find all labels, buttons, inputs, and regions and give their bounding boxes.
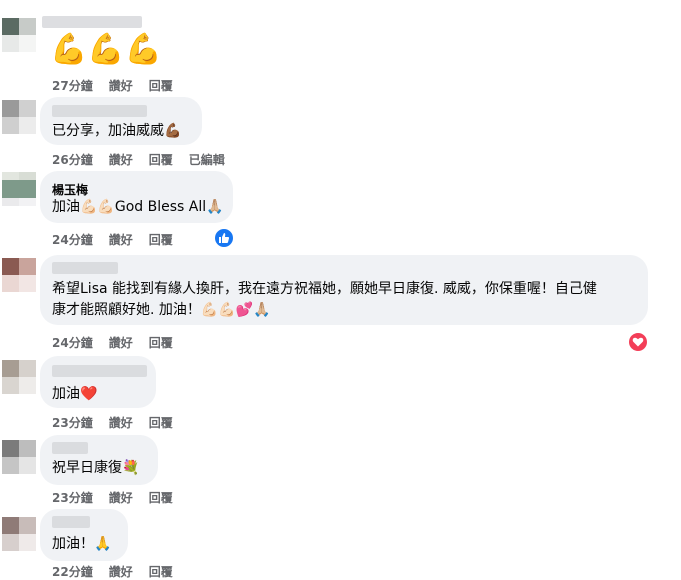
comment-time[interactable]: 23分鐘: [52, 491, 93, 505]
avatar[interactable]: [2, 18, 36, 52]
comment-text: 加油💪🏻💪🏻God Bless All🙏🏼: [52, 199, 224, 215]
comment-actions: 24分鐘 讚好 回覆: [52, 231, 189, 248]
commenter-name[interactable]: [52, 365, 147, 377]
like-link[interactable]: 讚好: [109, 233, 133, 247]
comment-actions: 27分鐘 讚好 回覆: [52, 77, 189, 94]
comment-text: 已分享，加油威威💪🏾: [52, 123, 182, 139]
comment-text: 祝早日康復💐: [52, 460, 140, 476]
comment-time[interactable]: 24分鐘: [52, 233, 93, 247]
like-link[interactable]: 讚好: [109, 153, 133, 167]
reply-link[interactable]: 回覆: [149, 491, 173, 505]
reply-link[interactable]: 回覆: [149, 336, 173, 350]
comment-actions: 23分鐘 讚好 回覆: [52, 489, 189, 506]
reply-link[interactable]: 回覆: [149, 233, 173, 247]
like-link[interactable]: 讚好: [109, 336, 133, 350]
commenter-name[interactable]: [42, 16, 142, 28]
edited-label[interactable]: 已編輯: [189, 153, 225, 167]
commenter-name[interactable]: [52, 262, 118, 274]
comment-actions: 26分鐘 讚好 回覆 已編輯: [52, 151, 241, 168]
love-reaction-icon[interactable]: [627, 331, 649, 353]
commenter-name[interactable]: [52, 442, 88, 454]
avatar[interactable]: [2, 440, 36, 474]
avatar-overlay: [2, 180, 36, 198]
like-link[interactable]: 讚好: [109, 416, 133, 430]
comment-actions: 24分鐘 讚好 回覆: [52, 334, 189, 351]
reply-link[interactable]: 回覆: [149, 565, 173, 579]
comment-time[interactable]: 23分鐘: [52, 416, 93, 430]
comment-text: 💪💪💪: [50, 32, 163, 67]
comment-text-line2: 康才能照顧好她. 加油！💪🏻💪🏻💕🙏🏼: [52, 302, 271, 318]
comment-time[interactable]: 26分鐘: [52, 153, 93, 167]
avatar[interactable]: [2, 517, 36, 551]
reply-link[interactable]: 回覆: [149, 79, 173, 93]
comment-time[interactable]: 22分鐘: [52, 565, 93, 579]
avatar[interactable]: [2, 100, 36, 134]
comment-text: 加油❤️: [52, 386, 98, 402]
comment-actions: 22分鐘 讚好 回覆: [52, 563, 189, 580]
commenter-name[interactable]: [52, 105, 147, 117]
comment-time[interactable]: 27分鐘: [52, 79, 93, 93]
commenter-name[interactable]: [52, 516, 90, 528]
like-link[interactable]: 讚好: [109, 565, 133, 579]
like-link[interactable]: 讚好: [109, 79, 133, 93]
like-reaction-icon[interactable]: [213, 227, 235, 249]
comment-time[interactable]: 24分鐘: [52, 336, 93, 350]
comment-text: 加油！🙏: [52, 536, 112, 552]
avatar[interactable]: [2, 360, 36, 394]
like-link[interactable]: 讚好: [109, 491, 133, 505]
comment-text-line1: 希望Lisa 能找到有緣人換肝，我在遠方祝福她，願她早日康復. 威威，你保重喔！…: [52, 281, 597, 297]
reply-link[interactable]: 回覆: [149, 153, 173, 167]
comment-actions: 23分鐘 讚好 回覆: [52, 414, 189, 431]
avatar[interactable]: [2, 258, 36, 292]
commenter-name[interactable]: 楊玉梅: [52, 181, 88, 198]
reply-link[interactable]: 回覆: [149, 416, 173, 430]
